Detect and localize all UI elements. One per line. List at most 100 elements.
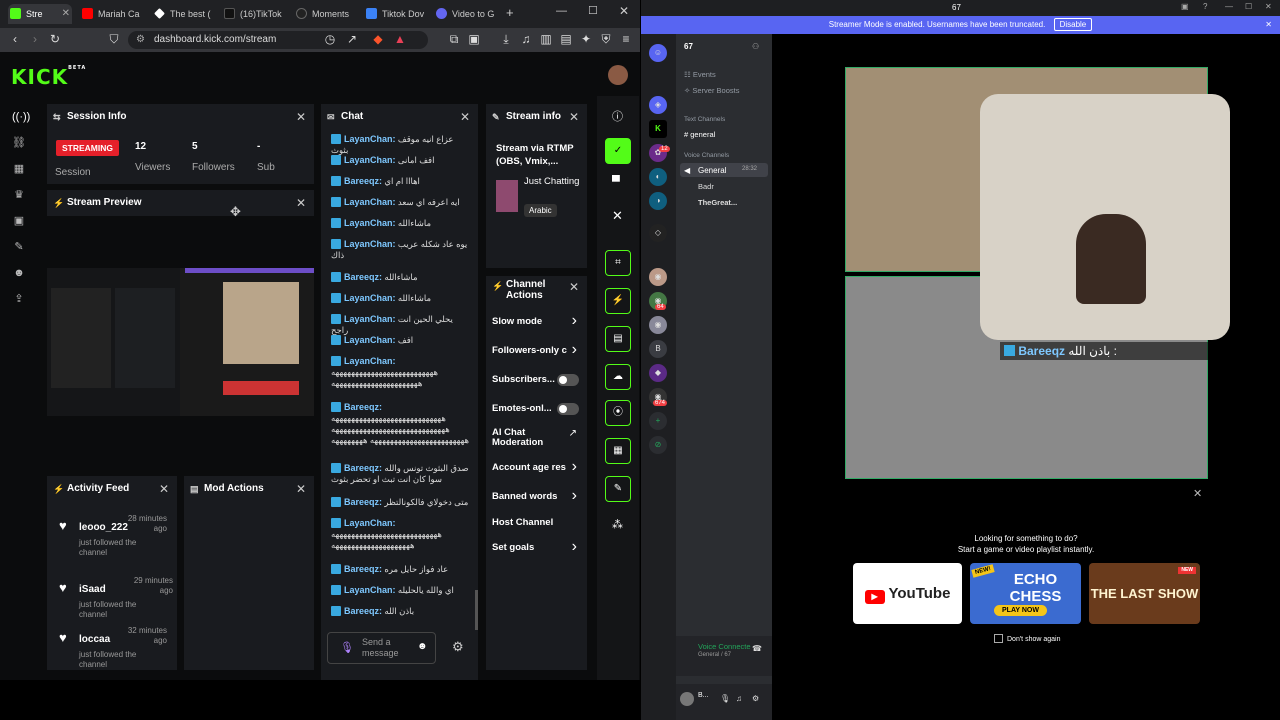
broadcast-icon[interactable]: ⦿: [605, 400, 631, 426]
chat-username[interactable]: Bareeqz:: [344, 497, 382, 507]
voice-channels-header[interactable]: Voice Channels: [684, 152, 729, 159]
media-icon[interactable]: ♫: [518, 32, 534, 46]
layout-icon[interactable]: ▀: [612, 176, 620, 188]
close-icon[interactable]: ✕: [1193, 487, 1202, 500]
channel-action-item[interactable]: Host Channel: [492, 517, 580, 528]
chat-username[interactable]: Bareeqz:: [344, 272, 382, 282]
channel-action-item[interactable]: Account age res: [492, 462, 580, 473]
help-icon[interactable]: ?: [1203, 2, 1207, 11]
stream-via-rtmp[interactable]: Stream via RTMP (OBS, Vmix,...: [496, 142, 582, 168]
preview-video[interactable]: [47, 268, 314, 416]
add-server-icon[interactable]: +: [649, 412, 667, 430]
follower-name[interactable]: leooo_222: [79, 522, 128, 533]
chat-username[interactable]: LayanChan:: [344, 356, 396, 366]
close-icon[interactable]: ✕: [296, 190, 306, 216]
voice-channel-general[interactable]: ◀ General 28:32: [680, 163, 768, 177]
close-rail-icon[interactable]: ✕: [612, 208, 623, 224]
wrench-icon[interactable]: ✎: [605, 476, 631, 502]
close-icon[interactable]: ✕: [159, 476, 169, 502]
member-item[interactable]: TheGreat...: [698, 198, 737, 207]
server-icon[interactable]: ◑: [649, 192, 667, 210]
server-icon[interactable]: ◉: [649, 268, 667, 286]
lightning-icon[interactable]: ⚡: [605, 288, 631, 314]
close-window-icon[interactable]: ✕: [1265, 2, 1272, 11]
server-name[interactable]: 67: [684, 42, 693, 51]
chat-username[interactable]: Bareeqz:: [344, 463, 382, 473]
chat-input[interactable]: 🎙 Send a message ☻: [327, 632, 436, 664]
vpn-icon[interactable]: ⛨: [598, 32, 614, 47]
chat-username[interactable]: LayanChan:: [344, 585, 396, 595]
close-window-icon[interactable]: ✕: [619, 4, 629, 18]
chevron-right-icon[interactable]: ›: [572, 458, 577, 476]
invite-icon[interactable]: ⚇: [752, 42, 759, 51]
chat-username[interactable]: LayanChan:: [344, 134, 396, 144]
close-icon[interactable]: ✕: [62, 4, 70, 24]
chat-settings-icon[interactable]: ⚙: [452, 639, 464, 655]
tab-youtube[interactable]: Mariah Ca: [80, 4, 146, 24]
play-now-button[interactable]: PLAY NOW: [994, 605, 1047, 616]
chat-username[interactable]: LayanChan:: [344, 335, 396, 345]
channel-action-item[interactable]: AI Chat Moderation: [492, 428, 554, 448]
tab-moments[interactable]: Moments: [294, 4, 360, 24]
tab-best[interactable]: The best (: [152, 4, 218, 24]
kick-logo[interactable]: KICKBETA: [11, 65, 86, 89]
new-tab-icon[interactable]: +: [506, 5, 514, 20]
chat-username[interactable]: Bareeqz:: [344, 176, 382, 186]
events-link[interactable]: ☷ Events: [684, 70, 716, 79]
activity-youtube[interactable]: ▶ YouTube: [853, 563, 962, 624]
chat-username[interactable]: LayanChan:: [344, 239, 396, 249]
settings-icon[interactable]: ⚙: [752, 694, 759, 703]
chat-username[interactable]: Bareeqz:: [344, 564, 382, 574]
chat-bubble-icon[interactable]: ☁: [605, 364, 631, 390]
community-icon[interactable]: ☻: [12, 266, 26, 280]
tab-kick[interactable]: Stre ✕: [8, 4, 72, 24]
close-icon[interactable]: ✕: [569, 281, 579, 293]
leo-ai-icon[interactable]: ✦: [578, 32, 594, 46]
close-icon[interactable]: ✕: [460, 104, 470, 130]
share-icon[interactable]: ↗: [344, 32, 360, 46]
chevron-right-icon[interactable]: ›: [572, 538, 577, 556]
downloads-icon[interactable]: ⤓: [498, 32, 514, 47]
extensions-icon[interactable]: ⧉: [446, 32, 462, 47]
microphone-icon[interactable]: 🎙: [340, 641, 354, 654]
activity-last-show[interactable]: NEW THE LAST SHOW: [1089, 563, 1200, 624]
document-icon[interactable]: ▤: [605, 326, 631, 352]
mod-icon[interactable]: ▦: [605, 438, 631, 464]
screenshot-icon[interactable]: ▣: [466, 32, 482, 46]
deafen-icon[interactable]: ♫: [736, 694, 742, 703]
screenshot-icon[interactable]: ⌗: [605, 250, 631, 276]
channel-action-item[interactable]: Slow mode: [492, 316, 580, 327]
chat-username[interactable]: LayanChan:: [344, 293, 396, 303]
chat-username[interactable]: LayanChan:: [344, 155, 396, 165]
close-icon[interactable]: ✕: [296, 476, 306, 502]
close-icon[interactable]: ✕: [569, 104, 579, 130]
mute-icon[interactable]: 🎙: [720, 694, 730, 703]
history-icon[interactable]: ◷: [322, 32, 338, 46]
brave-shield-icon[interactable]: ◆: [370, 32, 386, 46]
disconnect-icon[interactable]: ☎: [752, 644, 762, 653]
toggle-switch[interactable]: [557, 374, 579, 386]
follower-name[interactable]: loccaa: [79, 634, 110, 645]
channel-action-item[interactable]: Set goals: [492, 542, 580, 553]
tab-video-to-gif[interactable]: Video to G: [434, 4, 500, 24]
channel-action-item[interactable]: Followers-only c: [492, 345, 580, 356]
minimize-icon[interactable]: —: [556, 5, 567, 17]
text-channels-header[interactable]: Text Channels: [684, 116, 725, 123]
chat-scrollbar[interactable]: [475, 590, 478, 630]
checkbox[interactable]: [994, 634, 1003, 643]
chat-username[interactable]: Bareeqz:: [344, 402, 382, 412]
minimize-icon[interactable]: —: [1225, 2, 1233, 11]
emoji-icon[interactable]: ☻: [417, 641, 428, 652]
wrench-icon[interactable]: ✎: [12, 240, 26, 254]
chat-username[interactable]: LayanChan:: [344, 518, 396, 528]
avatar[interactable]: [608, 65, 628, 85]
boosts-link[interactable]: ✧ Server Boosts: [684, 86, 739, 95]
stream-icon[interactable]: ((·)): [12, 110, 30, 124]
reload-icon[interactable]: ↻: [47, 32, 63, 46]
kick-server-icon[interactable]: K: [649, 120, 667, 138]
server-icon[interactable]: ◐: [649, 168, 667, 186]
maximize-icon[interactable]: ☐: [1245, 2, 1252, 11]
bookmark-icon[interactable]: ⛉: [106, 32, 122, 47]
menu-icon[interactable]: ≡: [618, 32, 634, 46]
activity-echo-chess[interactable]: NEW! ECHO CHESS PLAY NOW: [970, 563, 1081, 624]
